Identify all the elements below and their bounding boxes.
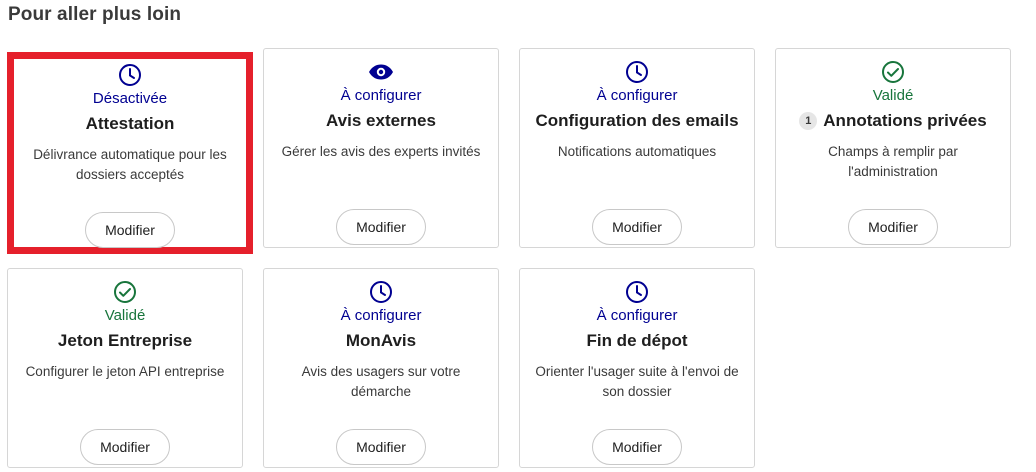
modifier-button[interactable]: Modifier bbox=[336, 429, 426, 465]
card-title-text: Configuration des emails bbox=[535, 111, 739, 130]
modifier-button[interactable]: Modifier bbox=[80, 429, 170, 465]
status-label: À configurer bbox=[596, 307, 678, 324]
card-title: Fin de dépot bbox=[520, 330, 754, 352]
card-title-text: Fin de dépot bbox=[586, 331, 688, 350]
card-description: Configurer le jeton API entreprise bbox=[25, 364, 225, 379]
card-description: Gérer les avis des experts invités bbox=[281, 144, 481, 159]
count-badge: 1 bbox=[799, 112, 818, 130]
card-title-text: Attestation bbox=[85, 114, 175, 133]
card-description: Avis des usagers sur votre démarche bbox=[301, 364, 461, 399]
modifier-button[interactable]: Modifier bbox=[592, 429, 682, 465]
modifier-button[interactable]: Modifier bbox=[336, 209, 426, 245]
card-title: MonAvis bbox=[264, 330, 498, 352]
card-fin-de-depot: À configurer Fin de dépot Orienter l'usa… bbox=[519, 268, 755, 468]
clock-icon bbox=[520, 60, 754, 84]
status-label: Désactivée bbox=[92, 90, 168, 107]
check-circle-icon bbox=[8, 280, 242, 304]
clock-icon bbox=[14, 63, 246, 87]
section-title: Pour aller plus loin bbox=[8, 4, 182, 25]
card-description: Orienter l'usager suite à l'envoi de son… bbox=[535, 364, 739, 399]
clock-icon bbox=[264, 280, 498, 304]
modifier-button[interactable]: Modifier bbox=[848, 209, 938, 245]
clock-icon bbox=[520, 280, 754, 304]
modifier-button[interactable]: Modifier bbox=[592, 209, 682, 245]
card-title-text: Avis externes bbox=[326, 111, 436, 130]
card-monavis: À configurer MonAvis Avis des usagers su… bbox=[263, 268, 499, 468]
card-configuration-emails: À configurer Configuration des emails No… bbox=[519, 48, 755, 248]
card-title: Configuration des emails bbox=[520, 110, 754, 132]
card-title-text: MonAvis bbox=[345, 331, 417, 350]
card-description: Champs à remplir par l'administration bbox=[828, 144, 958, 179]
eye-icon bbox=[264, 60, 498, 84]
check-circle-icon bbox=[776, 60, 1010, 84]
status-label: À configurer bbox=[596, 87, 678, 104]
card-annotations-privees: Validé 1 Annotations privées Champs à re… bbox=[775, 48, 1011, 248]
card-description: Notifications automatiques bbox=[557, 144, 717, 159]
card-title-text: Jeton Entreprise bbox=[57, 331, 193, 350]
card-title-text: Annotations privées bbox=[823, 111, 987, 130]
card-title: Attestation bbox=[14, 113, 246, 135]
status-label: Validé bbox=[104, 307, 146, 324]
card-jeton-entreprise: Validé Jeton Entreprise Configurer le je… bbox=[7, 268, 243, 468]
card-avis-externes: À configurer Avis externes Gérer les avi… bbox=[263, 48, 499, 248]
status-label: Validé bbox=[872, 87, 914, 104]
card-attestation: Désactivée Attestation Délivrance automa… bbox=[7, 52, 253, 254]
modifier-button[interactable]: Modifier bbox=[85, 212, 175, 248]
status-label: À configurer bbox=[340, 307, 422, 324]
card-description: Délivrance automatique pour les dossiers… bbox=[33, 147, 227, 182]
card-title: Avis externes bbox=[264, 110, 498, 132]
card-title: 1 Annotations privées bbox=[776, 110, 1010, 132]
status-label: À configurer bbox=[340, 87, 422, 104]
card-title: Jeton Entreprise bbox=[8, 330, 242, 352]
